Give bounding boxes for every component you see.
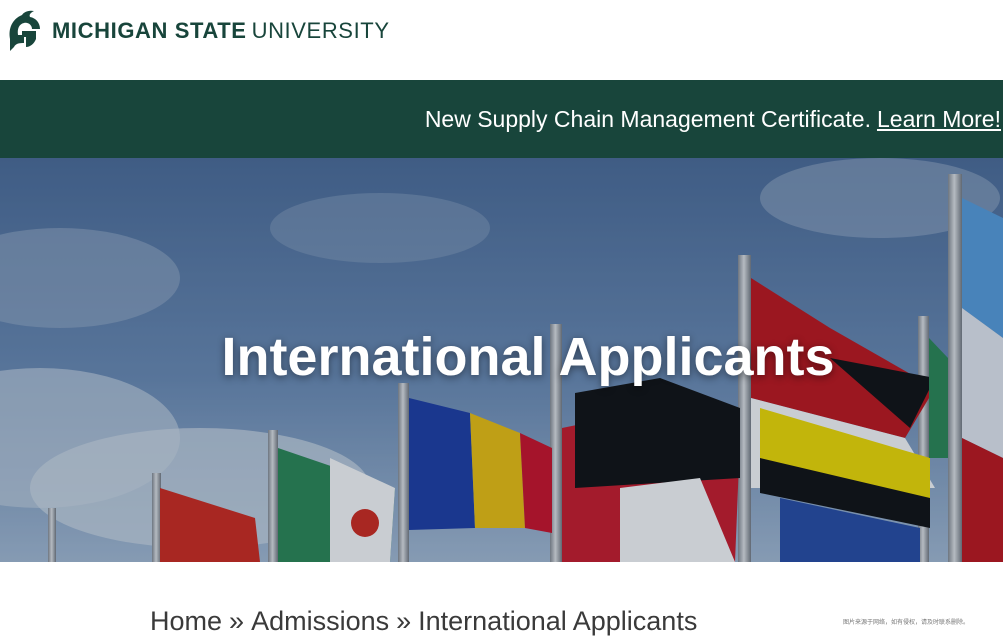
msu-wordmark: MICHIGAN STATE UNIVERSITY	[52, 18, 390, 44]
announcement-bar: New Supply Chain Management Certificate.…	[0, 80, 1003, 158]
announcement-content: New Supply Chain Management Certificate.…	[425, 80, 1001, 158]
wordmark-bold: MICHIGAN STATE	[52, 18, 247, 43]
learn-more-link[interactable]: Learn More!	[877, 106, 1001, 133]
wordmark-light: UNIVERSITY	[251, 18, 390, 43]
breadcrumb-separator: »	[396, 605, 412, 636]
breadcrumb-admissions[interactable]: Admissions	[251, 606, 389, 637]
breadcrumb-current: International Applicants	[418, 605, 698, 636]
breadcrumb-home[interactable]: Home	[150, 606, 222, 637]
msu-logo-link[interactable]: MICHIGAN STATE UNIVERSITY	[6, 8, 390, 54]
watermark-text: 图片来源于网络，如有侵权，请及时联系删除。	[843, 619, 970, 626]
breadcrumb: Home » Admissions » International Applic…	[150, 604, 697, 638]
hero-banner: International Applicants	[0, 158, 1003, 562]
site-header: MICHIGAN STATE UNIVERSITY	[0, 0, 1003, 80]
hero-title: International Applicants	[221, 327, 835, 387]
spartan-helmet-icon	[9, 10, 40, 52]
announcement-text: New Supply Chain Management Certificate.	[424, 105, 871, 132]
breadcrumb-separator: »	[229, 605, 245, 636]
